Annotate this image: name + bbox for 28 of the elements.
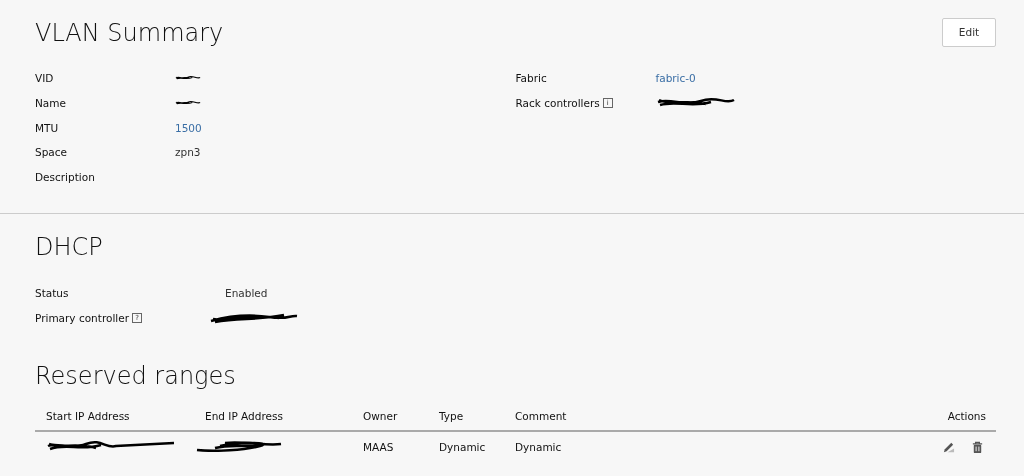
field-label: Primary controller xyxy=(35,311,129,324)
value-link[interactable]: fabric-0 xyxy=(655,72,696,85)
delete-icon[interactable] xyxy=(971,440,984,454)
table-cell-text: Dynamic xyxy=(514,441,563,454)
field-label: Name xyxy=(35,97,67,110)
column-header: Owner xyxy=(362,410,399,423)
field-value: zpn3 xyxy=(175,146,201,159)
field-label: Fabric xyxy=(515,72,547,85)
column-header: Comment xyxy=(514,410,568,423)
section-title: Reserved ranges xyxy=(35,362,236,391)
edit-button[interactable]: Edit xyxy=(942,17,996,47)
value-link[interactable]: 1500 xyxy=(175,121,202,134)
field-label: MTU xyxy=(35,121,60,134)
table-cell-text: MAAS xyxy=(362,441,395,454)
edit-icon[interactable] xyxy=(942,440,955,454)
field-label: Space xyxy=(35,146,68,159)
field-label: Rack controllers xyxy=(515,97,600,110)
column-header: End IP Address xyxy=(204,410,284,423)
column-header: Type xyxy=(438,410,465,423)
column-header: Actions xyxy=(946,410,987,423)
field-label: Status xyxy=(35,286,69,299)
field-label: Description xyxy=(35,171,96,184)
field-label: VID xyxy=(35,72,55,85)
table-cell-text: Dynamic xyxy=(438,441,487,454)
column-header: Start IP Address xyxy=(45,410,131,423)
section-title: DHCP xyxy=(35,233,103,262)
field-value: Enabled xyxy=(225,286,268,299)
section-title: VLAN Summary xyxy=(35,19,224,47)
